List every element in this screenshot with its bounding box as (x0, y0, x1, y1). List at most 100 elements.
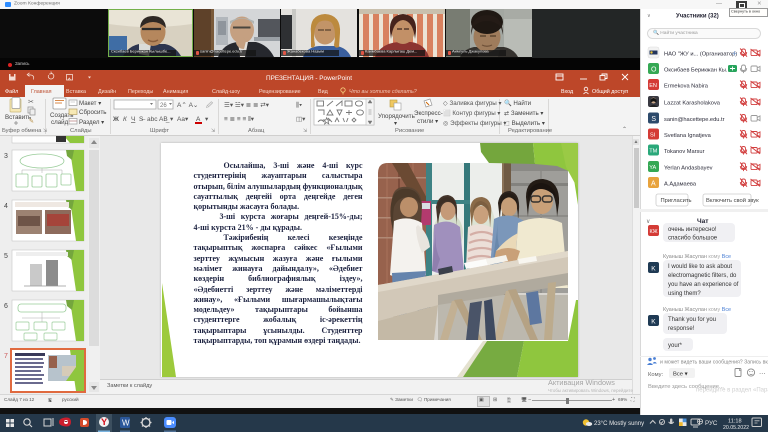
svg-text:ПРЕЗЕНТАЦИЯ - PowerPoint: ПРЕЗЕНТАЦИЯ - PowerPoint (266, 75, 352, 82)
svg-text:О: О (651, 67, 657, 74)
svg-text:спасибо большое: спасибо большое (668, 236, 718, 242)
svg-text:you have an experience of: you have an experience of (668, 282, 739, 288)
svg-text:☰▾ ☱▾ ≣ ≣ ⇄▾: ☰▾ ☱▾ ≣ ≣ ⇄▾ (224, 100, 270, 109)
svg-text:НАО "ЖУ и... (Организатор): НАО "ЖУ и... (Организатор) (664, 52, 737, 58)
svg-text:стили ▾: стили ▾ (417, 118, 438, 125)
svg-text:⬜ Контур фигуры ▾: ⬜ Контур фигуры ▾ (443, 109, 501, 117)
svg-text:Переходы: Переходы (128, 89, 153, 95)
svg-text:▾: ▾ (205, 116, 209, 123)
svg-text:Включить свой звук: Включить свой звук (706, 197, 759, 204)
svg-text:Экспресс-: Экспресс- (414, 110, 443, 117)
svg-text:А: А (196, 116, 201, 123)
svg-text:7: 7 (4, 353, 8, 360)
svg-text:Оксибаев Берикжан Кы...: Оксибаев Берикжан Кы... (664, 68, 731, 74)
svg-text:Буфер обмена: Буфер обмена (2, 128, 42, 134)
svg-text:Yerlan Andasbayev: Yerlan Andasbayev (664, 166, 713, 172)
svg-text:K: K (651, 319, 656, 326)
svg-text:Куаныш Жасулан кому Все: Куаныш Жасулан кому Все (663, 307, 731, 313)
svg-text:Вставить: Вставить (5, 114, 31, 121)
svg-text:Вход: Вход (561, 89, 574, 95)
svg-text:Макет ▾: Макет ▾ (79, 100, 101, 107)
svg-text:4: 4 (4, 203, 8, 210)
svg-text:Общий доступ: Общий доступ (592, 88, 628, 95)
svg-text:abc: abc (147, 116, 158, 123)
svg-text:sanin@hacettepe.edu.tr: sanin@hacettepe.edu.tr (664, 117, 725, 123)
svg-text:your*: your* (668, 343, 683, 349)
svg-text:W: W (122, 419, 130, 428)
svg-text:Ж: Ж (112, 116, 119, 123)
svg-text:Кому:: Кому: (648, 372, 664, 378)
svg-text:23°C Mostly sunny: 23°C Mostly sunny (594, 421, 644, 427)
svg-text:5: 5 (4, 253, 8, 260)
svg-text:Вид: Вид (318, 89, 329, 95)
svg-text:✎: ✎ (29, 118, 34, 125)
svg-text:A: A (651, 181, 656, 188)
svg-text:Рисование: Рисование (395, 128, 424, 134)
svg-text:Дизайн: Дизайн (98, 88, 116, 95)
svg-text:Шрифт: Шрифт (150, 128, 169, 134)
svg-text:▾: ▾ (394, 121, 397, 127)
svg-text:🖉: 🖉 (206, 101, 214, 109)
svg-text:≡ ≣ ≡ ≡ ⫴▾: ≡ ≣ ≡ ≡ ⫴▾ (224, 114, 255, 123)
svg-text:✂: ✂ (28, 99, 34, 106)
svg-text:⫼▾: ⫼▾ (296, 101, 302, 109)
svg-text:electromagnetic filters, do: electromagnetic filters, do (668, 273, 737, 279)
svg-text:SI: SI (650, 133, 656, 139)
svg-text:YA: YA (649, 165, 656, 171)
svg-text:3: 3 (4, 153, 8, 160)
svg-text:S: S (651, 116, 656, 123)
svg-text:А⌃ А⌄: А⌃ А⌄ (177, 101, 198, 109)
svg-text:А.Адамаева: А.Адамаева (664, 182, 697, 188)
svg-text:Рецензирование: Рецензирование (259, 89, 301, 95)
svg-text:using them?: using them? (668, 291, 701, 297)
svg-text:РУС: РУС (705, 420, 718, 427)
svg-text:Lazzat Karasholakova: Lazzat Karasholakova (664, 101, 721, 107)
svg-text:Svetlana Ignatjeva: Svetlana Ignatjeva (664, 133, 712, 139)
svg-text:⇲: ⇲ (43, 128, 47, 134)
svg-text:∨: ∨ (646, 219, 650, 225)
svg-text:⇲: ⇲ (211, 128, 215, 134)
svg-text:Thank you for you: Thank you for you (668, 317, 716, 323)
svg-text:и может видеть ваши сообщения?: и может видеть ваши сообщения? Запись вк… (660, 360, 768, 366)
svg-text:Слайды: Слайды (70, 127, 92, 134)
svg-text:⋯: ⋯ (759, 371, 766, 378)
svg-text:КЖ: КЖ (650, 229, 658, 235)
svg-text:⬚ Выделить ▾: ⬚ Выделить ▾ (504, 120, 545, 127)
svg-text:6: 6 (4, 303, 8, 310)
svg-text:Вставка: Вставка (66, 89, 86, 95)
svg-text:response!: response! (668, 326, 695, 332)
svg-text:Tokanov Marsur: Tokanov Marsur (664, 149, 705, 155)
svg-text:Главная: Главная (31, 89, 52, 95)
svg-text:Сбросить: Сбросить (79, 109, 107, 116)
svg-text:Редактирование: Редактирование (508, 128, 552, 134)
svg-text:◎ Эффекты фигуры ▾: ◎ Эффекты фигуры ▾ (443, 120, 507, 127)
svg-text:11:18: 11:18 (728, 419, 742, 425)
svg-text:Что вы хотите сделать?: Что вы хотите сделать? (349, 89, 417, 95)
svg-text:K: K (651, 266, 656, 273)
svg-text:Анимация: Анимация (163, 89, 188, 95)
svg-text:🔍 Найти: 🔍 Найти (504, 98, 532, 107)
svg-text:К: К (123, 116, 128, 123)
svg-text:Упорядочить: Упорядочить (378, 113, 415, 120)
svg-text:АВ̲: АВ̲ (159, 116, 170, 123)
svg-text:S̶: S̶ (139, 116, 145, 123)
svg-text:⌃: ⌃ (622, 126, 627, 133)
svg-text:Раздел ▾: Раздел ▾ (79, 119, 104, 126)
svg-text:▾: ▾ (170, 116, 174, 123)
svg-text:Аа▾: Аа▾ (177, 116, 189, 123)
svg-text:Слайд-шоу: Слайд-шоу (212, 88, 240, 95)
svg-text:TM: TM (649, 149, 657, 155)
svg-text:Ч: Ч (131, 116, 135, 123)
svg-text:20.05.2022: 20.05.2022 (723, 425, 749, 431)
svg-text:очень интересно!: очень интересно! (668, 227, 717, 233)
svg-text:◇ Заливка фигуры ▾: ◇ Заливка фигуры ▾ (443, 100, 502, 107)
svg-text:I would like to ask about: I would like to ask about (668, 264, 732, 270)
svg-text:Абзац: Абзац (248, 128, 265, 134)
svg-text:перейдите в раздел «Параметры»: перейдите в раздел «Параметры». (696, 387, 768, 394)
svg-text:✛: ✛ (732, 51, 737, 58)
svg-text:◫▾: ◫▾ (296, 116, 306, 123)
svg-text:EN: EN (649, 83, 657, 89)
svg-text:⇄ Заменить ▾: ⇄ Заменить ▾ (504, 110, 544, 117)
svg-text:Пригласить: Пригласить (661, 198, 692, 204)
svg-text:Куаныш Жасулан кому Все: Куаныш Жасулан кому Все (663, 254, 731, 260)
